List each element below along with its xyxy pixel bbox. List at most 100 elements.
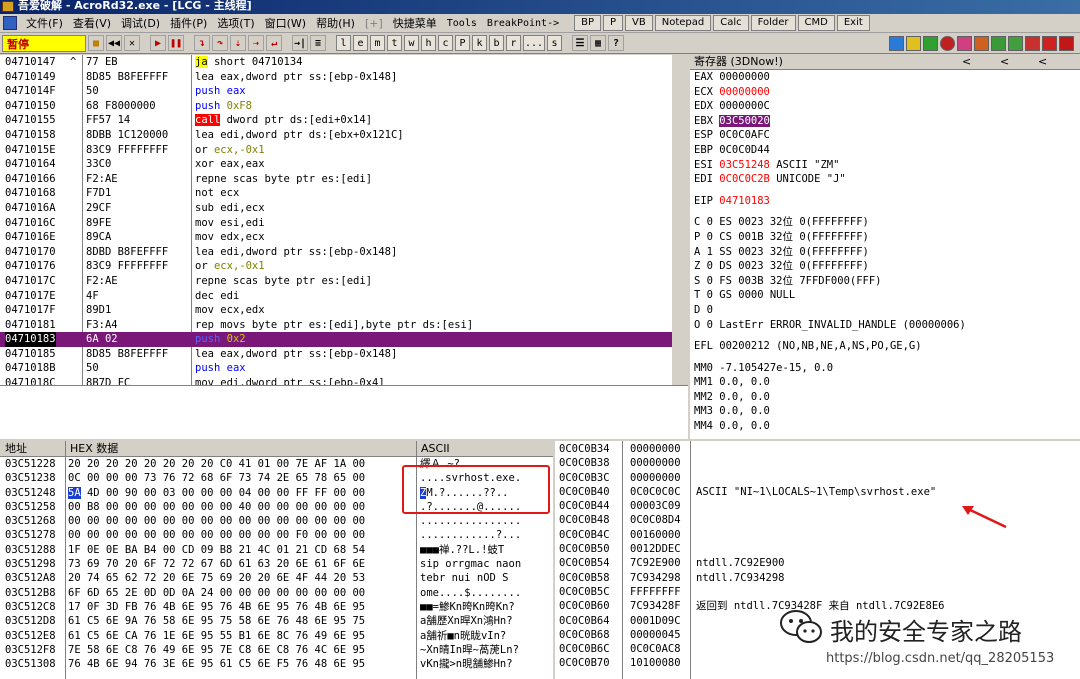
handles-button[interactable]: h	[421, 35, 436, 51]
stack-row[interactable]: 0C0C0B5C FFFFFFFF	[555, 585, 1080, 599]
dump-row[interactable]: 03C51278 00 00 00 00 00 00 00 00 00 00 00…	[0, 528, 553, 542]
register-row[interactable]: T 0 GS 0000 NULL	[690, 288, 1080, 303]
scroll-arrow-icon[interactable]: <	[1038, 55, 1047, 70]
register-row[interactable]: EIP 04710183	[690, 194, 1080, 209]
vb-button[interactable]: VB	[625, 15, 653, 31]
executable-modules-button[interactable]: e	[353, 35, 368, 51]
calc-button[interactable]: Calc	[713, 15, 749, 31]
disasm-row[interactable]: 04710168 F7D1 not ecx	[0, 186, 672, 201]
options-icon[interactable]: ▦	[590, 35, 606, 51]
stack-row[interactable]: 0C0C0B40 0C0C0C0C ASCII "NI~1\LOCALS~1\Tem…	[555, 485, 1080, 499]
window-title-bar[interactable]: 吾爱破解 - AcroRd32.exe - [LCG - 主线程]	[0, 0, 1080, 14]
disasm-row[interactable]: 0471015E 83C9 FFFFFFFF or ecx,-0x1	[0, 143, 672, 158]
stack-row[interactable]: 0C0C0B3C 00000000	[555, 471, 1080, 485]
disasm-row[interactable]: 04710150 68 F8000000 push 0xF8	[0, 99, 672, 114]
register-row[interactable]: ESP 0C0C0AFC	[690, 128, 1080, 143]
disasm-row[interactable]: 04710181 F3:A4 rep movs byte ptr es:[edi],…	[0, 318, 672, 333]
plugin-icon-1[interactable]	[889, 35, 904, 51]
dump-row[interactable]: 03C51288 1F 0E 0E BA B4 00 CD 09 B8 21 4C…	[0, 543, 553, 557]
plugin-icon-3[interactable]	[923, 35, 938, 51]
pause-icon[interactable]: ❚❚	[168, 35, 184, 51]
cpu-button[interactable]: c	[438, 35, 453, 51]
disasm-row[interactable]: 0471016C 89FE mov esi,edi	[0, 216, 672, 231]
disasm-row[interactable]: 04710185 8D85 B8FEFFFF lea eax,dword ptr s…	[0, 347, 672, 362]
restart-icon[interactable]: ◀◀	[106, 35, 122, 51]
help-icon[interactable]: ?	[608, 35, 624, 51]
disasm-row[interactable]: 0471017F 89D1 mov ecx,edx	[0, 303, 672, 318]
step-over-icon[interactable]: ↷	[212, 35, 228, 51]
open-icon[interactable]: ■	[88, 35, 104, 51]
disasm-row[interactable]: 04710176 83C9 FFFFFFFF or ecx,-0x1	[0, 259, 672, 274]
trace-into-icon[interactable]: ⇣	[230, 35, 246, 51]
menu-expand[interactable]: [+]	[360, 17, 388, 30]
stack-row[interactable]: 0C0C0B58 7C934298 ntdll.7C934298	[555, 571, 1080, 585]
register-row[interactable]: MM2 0.0, 0.0	[690, 390, 1080, 405]
menu-window[interactable]: 窗口(W)	[260, 15, 311, 31]
dump-row[interactable]: 03C512D8 61 C5 6E 9A 76 58 6E 95 75 58 6E…	[0, 614, 553, 628]
close-icon[interactable]: ✕	[124, 35, 140, 51]
disasm-row[interactable]: 04710147 ^ 77 EB ja short 04710134	[0, 55, 672, 70]
plugin-icon-11[interactable]	[1059, 35, 1074, 51]
bp-button[interactable]: BP	[574, 15, 602, 31]
disasm-row[interactable]: 0471018B 50 push eax	[0, 361, 672, 376]
dump-row[interactable]: 03C51298 73 69 70 20 6F 72 72 67 6D 61 63…	[0, 557, 553, 571]
register-row[interactable]: MM4 0.0, 0.0	[690, 419, 1080, 434]
menu-help[interactable]: 帮助(H)	[311, 15, 360, 31]
dump-col-address[interactable]: 地址	[5, 442, 27, 457]
goto-icon[interactable]: →|	[292, 35, 308, 51]
plugin-icon-2[interactable]	[906, 35, 921, 51]
stack-row[interactable]: 0C0C0B38 00000000	[555, 456, 1080, 470]
dump-row[interactable]: 03C512E8 61 C5 6E CA 76 1E 6E 95 55 B1 6E…	[0, 629, 553, 643]
disasm-row[interactable]: 0471018C 8B7D FC mov edi,dword ptr ss:[ebp…	[0, 376, 672, 385]
register-row[interactable]: Z 0 DS 0023 32位 0(FFFFFFFF)	[690, 259, 1080, 274]
register-row[interactable]: EBX 03C50020	[690, 114, 1080, 129]
menu-plugins[interactable]: 插件(P)	[165, 15, 212, 31]
prev-arrow-icon[interactable]: <	[962, 55, 971, 70]
register-row[interactable]: O 0 LastErr ERROR_INVALID_HANDLE (000000…	[690, 318, 1080, 333]
source-button[interactable]: s	[547, 35, 562, 51]
register-row[interactable]: EAX 00000000	[690, 70, 1080, 85]
plugin-icon-4[interactable]	[940, 35, 955, 51]
dump-row[interactable]: 03C512A8 20 74 65 62 72 20 6E 75 69 20 20…	[0, 571, 553, 585]
register-row[interactable]: EDX 0000000C	[690, 99, 1080, 114]
exit-button[interactable]: Exit	[836, 15, 870, 31]
stack-row[interactable]: 0C0C0B34 00000000	[555, 442, 1080, 456]
register-row[interactable]: ECX 00000000	[690, 85, 1080, 100]
disasm-row[interactable]: 04710166 F2:AE repne scas byte ptr es:[edi…	[0, 172, 672, 187]
info-pane[interactable]	[0, 385, 688, 439]
step-into-icon[interactable]: ↴	[194, 35, 210, 51]
disasm-row[interactable]: 04710164 33C0 xor eax,eax	[0, 157, 672, 172]
menu-options[interactable]: 选项(T)	[212, 15, 259, 31]
dump-row[interactable]: 03C51268 00 00 00 00 00 00 00 00 00 00 00…	[0, 514, 553, 528]
register-row[interactable]: D 0	[690, 303, 1080, 318]
windows-button[interactable]: w	[404, 35, 419, 51]
patches-button[interactable]: P	[455, 35, 470, 51]
execute-till-return-icon[interactable]: ↵	[266, 35, 282, 51]
threads-button[interactable]: t	[387, 35, 402, 51]
register-row[interactable]: MM3 0.0, 0.0	[690, 404, 1080, 419]
p-button[interactable]: P	[603, 15, 624, 31]
run-icon[interactable]: ▶	[150, 35, 166, 51]
disasm-row[interactable]: 04710149 8D85 B8FEFFFF lea eax,dword ptr s…	[0, 70, 672, 85]
disassembly-pane[interactable]: 04710147 ^ 77 EB ja short 04710134 04710149 8…	[0, 55, 672, 385]
menu-shortcuts[interactable]: 快捷菜单	[388, 15, 442, 31]
next-arrow-icon[interactable]: <	[1000, 55, 1009, 70]
dump-col-ascii[interactable]: ASCII	[421, 442, 450, 457]
plugin-icon-6[interactable]	[974, 35, 989, 51]
plugin-icon-9[interactable]	[1025, 35, 1040, 51]
trace-over-icon[interactable]: ⇢	[248, 35, 264, 51]
disasm-row[interactable]: 04710155 FF57 14 call dword ptr ds:[edi+0x…	[0, 113, 672, 128]
memory-map-button[interactable]: m	[370, 35, 385, 51]
menu-debug[interactable]: 调试(D)	[116, 15, 165, 31]
list-icon[interactable]: ≡	[310, 35, 326, 51]
menu-list-icon[interactable]: ☰	[572, 35, 588, 51]
disasm-row[interactable]: 04710170 8DBD B8FEFFFF lea edi,dword ptr s…	[0, 245, 672, 260]
disasm-row[interactable]: 0471016E 89CA mov edx,ecx	[0, 230, 672, 245]
dump-col-hex[interactable]: HEX 数据	[70, 442, 118, 457]
disasm-row[interactable]: 0471017E 4F dec edi	[0, 289, 672, 304]
register-row[interactable]: ESI 03C51248 ASCII "ZM"	[690, 158, 1080, 173]
stack-row[interactable]: 0C0C0B4C 00160000	[555, 528, 1080, 542]
stack-row[interactable]: 0C0C0B54 7C92E900 ntdll.7C92E900	[555, 556, 1080, 570]
register-row[interactable]: EFL 00200212 (NO,NB,NE,A,NS,PO,GE,G)	[690, 339, 1080, 354]
notepad-button[interactable]: Notepad	[654, 15, 712, 31]
